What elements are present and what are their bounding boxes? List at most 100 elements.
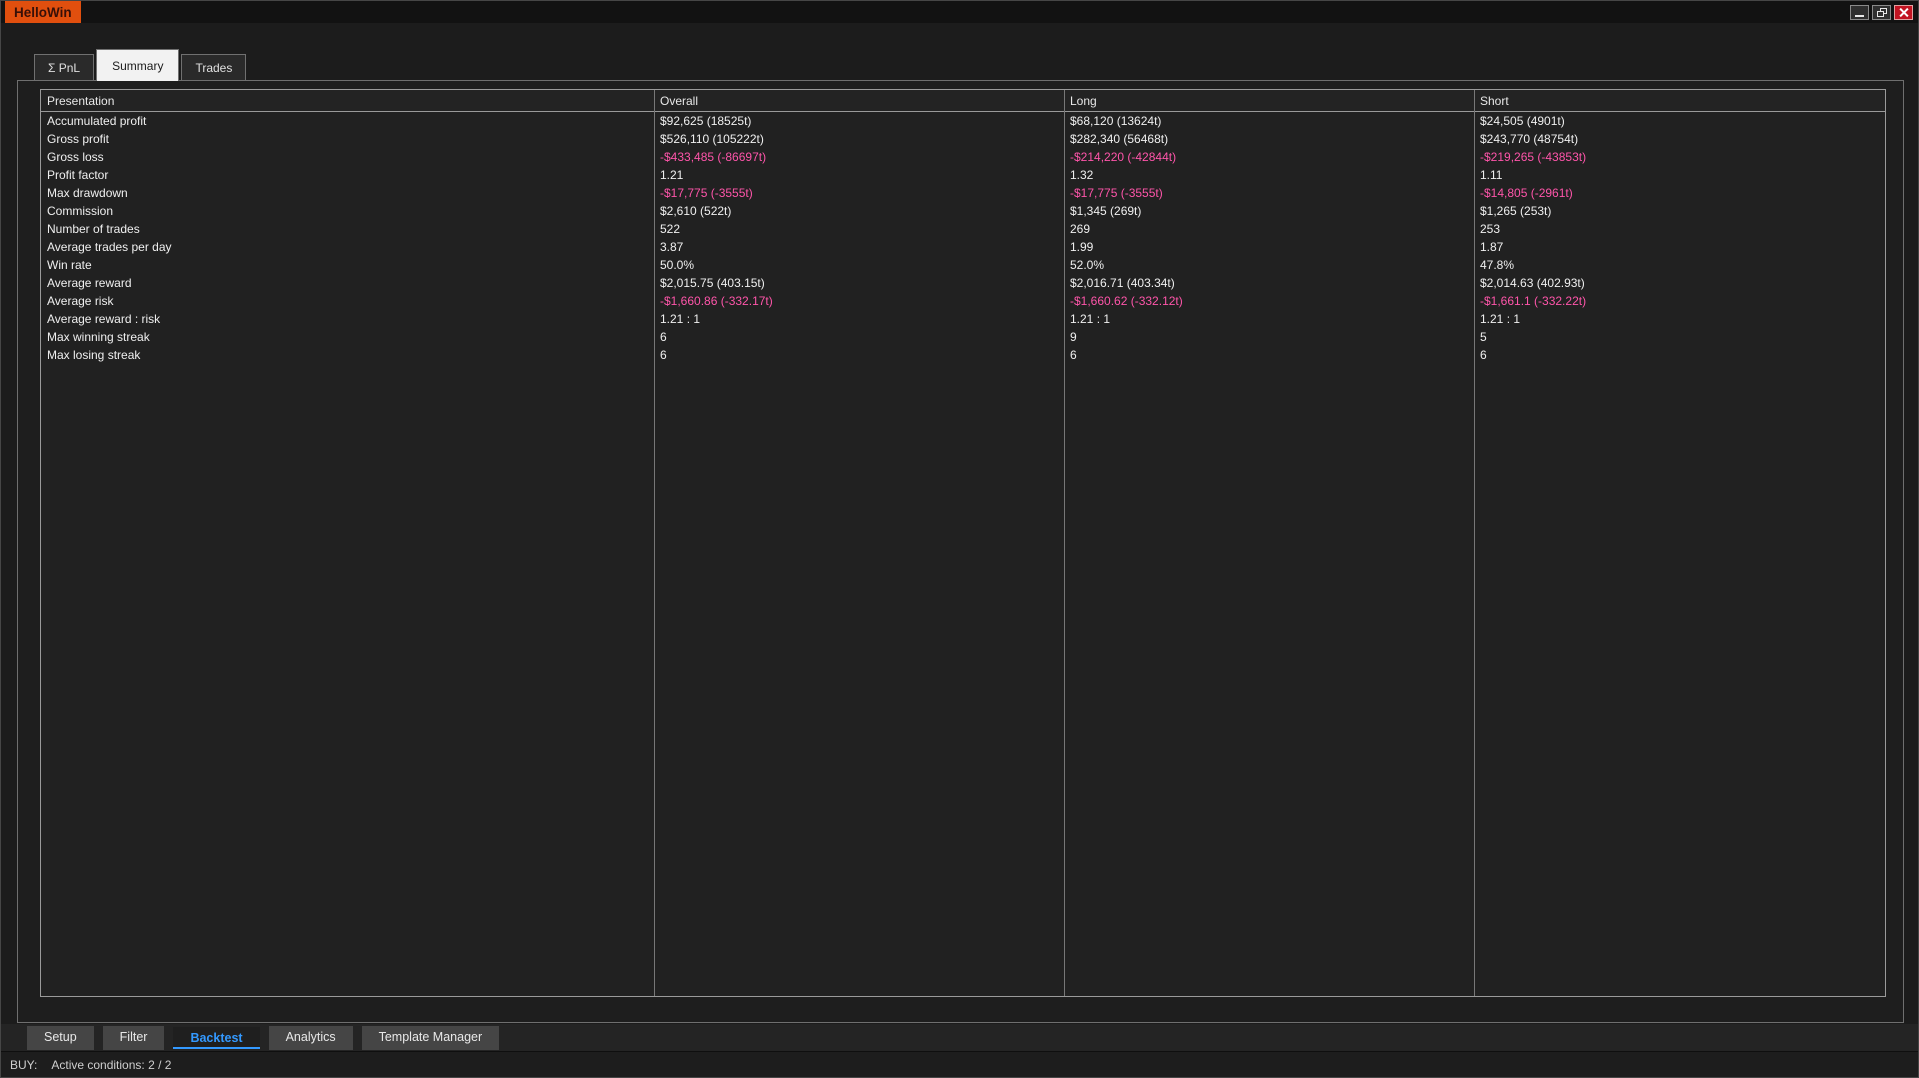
column-header-overall[interactable]: Overall xyxy=(654,90,1064,111)
table-row[interactable]: Average reward $2,015.75 (403.15t) $2,016.… xyxy=(41,274,1885,292)
app-title: HelloWin xyxy=(5,1,81,23)
short-value: -$219,265 (-43853t) xyxy=(1480,150,1587,164)
close-icon xyxy=(1899,8,1908,17)
tab-pnl[interactable]: Σ PnL xyxy=(34,54,95,80)
long-value: 1.99 xyxy=(1070,240,1094,254)
table-row[interactable]: Average trades per day 3.87 1.99 1.87 xyxy=(41,238,1885,256)
short-value: $1,265 (253t) xyxy=(1480,204,1552,218)
long-value: $1,345 (269t) xyxy=(1070,204,1142,218)
long-value: 6 xyxy=(1070,348,1077,362)
tab-setup[interactable]: Setup xyxy=(27,1025,94,1050)
table-row[interactable]: Profit factor 1.21 1.32 1.11 xyxy=(41,166,1885,184)
restore-button[interactable] xyxy=(1872,4,1891,20)
overall-value: $92,625 (18525t) xyxy=(660,114,752,128)
long-value: -$1,660.62 (-332.12t) xyxy=(1070,294,1183,308)
close-button[interactable] xyxy=(1894,4,1913,20)
table-row[interactable]: Average risk -$1,660.86 (-332.17t) -$1,660… xyxy=(41,292,1885,310)
short-value: 5 xyxy=(1480,330,1487,344)
summary-table: Presentation Overall Long Short Accumula… xyxy=(40,89,1886,997)
short-value: 1.11 xyxy=(1480,168,1503,182)
metric-label: Max losing streak xyxy=(47,348,141,362)
overall-value: -$17,775 (-3555t) xyxy=(660,186,753,200)
metric-label: Commission xyxy=(47,204,114,218)
long-value: 269 xyxy=(1070,222,1091,236)
metric-label: Profit factor xyxy=(47,168,109,182)
short-value: -$14,805 (-2961t) xyxy=(1480,186,1573,200)
short-value: 47.8% xyxy=(1480,258,1515,272)
overall-value: 6 xyxy=(660,348,667,362)
title-bar[interactable]: HelloWin xyxy=(1,1,1918,23)
status-side-label: BUY: xyxy=(10,1057,38,1072)
metric-label: Gross loss xyxy=(47,150,104,164)
table-row[interactable]: Max drawdown -$17,775 (-3555t) -$17,775 (-… xyxy=(41,184,1885,202)
tab-trades[interactable]: Trades xyxy=(181,54,247,80)
minimize-button[interactable] xyxy=(1850,4,1869,20)
long-value: 52.0% xyxy=(1070,258,1105,272)
metric-label: Max drawdown xyxy=(47,186,128,200)
column-divider xyxy=(654,90,655,996)
minimize-icon xyxy=(1855,14,1864,17)
tab-analytics[interactable]: Analytics xyxy=(268,1025,353,1050)
metric-label: Max winning streak xyxy=(47,330,150,344)
metric-label: Average trades per day xyxy=(47,240,172,254)
metric-label: Number of trades xyxy=(47,222,140,236)
long-value: -$214,220 (-42844t) xyxy=(1070,150,1177,164)
column-header-presentation[interactable]: Presentation xyxy=(41,90,654,111)
overall-value: $2,610 (522t) xyxy=(660,204,732,218)
short-value: -$1,661.1 (-332.22t) xyxy=(1480,294,1587,308)
long-value: -$17,775 (-3555t) xyxy=(1070,186,1163,200)
table-row[interactable]: Commission $2,610 (522t) $1,345 (269t) $1,2… xyxy=(41,202,1885,220)
metric-label: Average reward xyxy=(47,276,132,290)
table-row[interactable]: Gross profit $526,110 (105222t) $282,340 (… xyxy=(41,130,1885,148)
status-bar: BUY: Active conditions: 2 / 2 xyxy=(1,1051,1918,1077)
restore-icon xyxy=(1876,7,1887,17)
overall-value: -$433,485 (-86697t) xyxy=(660,150,767,164)
long-value: 9 xyxy=(1070,330,1077,344)
overall-value: 1.21 xyxy=(660,168,684,182)
short-value: 1.87 xyxy=(1480,240,1504,254)
metric-label: Gross profit xyxy=(47,132,110,146)
metric-label: Average risk xyxy=(47,294,114,308)
overall-value: 522 xyxy=(660,222,681,236)
summary-panel: Presentation Overall Long Short Accumula… xyxy=(17,80,1904,1023)
column-header-short[interactable]: Short xyxy=(1474,90,1885,111)
overall-value: 6 xyxy=(660,330,667,344)
table-body: Accumulated profit $92,625 (18525t) $68,12… xyxy=(41,112,1885,364)
table-row[interactable]: Max winning streak 6 9 5 xyxy=(41,328,1885,346)
table-row[interactable]: Average reward : risk 1.21 : 1 1.21 : 1 1.2… xyxy=(41,310,1885,328)
long-value: $2,016.71 (403.34t) xyxy=(1070,276,1175,290)
tab-template-manager[interactable]: Template Manager xyxy=(361,1025,500,1050)
column-header-long[interactable]: Long xyxy=(1064,90,1474,111)
long-value: $68,120 (13624t) xyxy=(1070,114,1162,128)
table-row[interactable]: Max losing streak 6 6 6 xyxy=(41,346,1885,364)
bottom-tab-strip: Setup Filter Backtest Analytics Template… xyxy=(1,1024,1918,1051)
table-header-row: Presentation Overall Long Short xyxy=(41,90,1885,112)
table-row[interactable]: Gross loss -$433,485 (-86697t) -$214,220 (… xyxy=(41,148,1885,166)
column-divider xyxy=(1064,90,1065,996)
overall-value: -$1,660.86 (-332.17t) xyxy=(660,294,773,308)
status-active-conditions: Active conditions: 2 / 2 xyxy=(51,1057,172,1072)
short-value: $243,770 (48754t) xyxy=(1480,132,1579,146)
table-row[interactable]: Accumulated profit $92,625 (18525t) $68,12… xyxy=(41,112,1885,130)
tab-backtest[interactable]: Backtest xyxy=(173,1026,260,1049)
long-value: 1.21 : 1 xyxy=(1070,312,1111,326)
short-value: 1.21 : 1 xyxy=(1480,312,1521,326)
short-value: 6 xyxy=(1480,348,1487,362)
window-controls xyxy=(1850,4,1913,20)
top-tab-strip: Σ PnL Summary Trades xyxy=(34,48,248,81)
long-value: 1.32 xyxy=(1070,168,1094,182)
tab-summary[interactable]: Summary xyxy=(96,49,180,81)
table-row[interactable]: Number of trades 522 269 253 xyxy=(41,220,1885,238)
short-value: 253 xyxy=(1480,222,1501,236)
metric-label: Win rate xyxy=(47,258,92,272)
table-row[interactable]: Win rate 50.0% 52.0% 47.8% xyxy=(41,256,1885,274)
overall-value: $2,015.75 (403.15t) xyxy=(660,276,765,290)
column-divider xyxy=(1474,90,1475,996)
metric-label: Accumulated profit xyxy=(47,114,147,128)
tab-filter[interactable]: Filter xyxy=(102,1025,165,1050)
metric-label: Average reward : risk xyxy=(47,312,161,326)
overall-value: 1.21 : 1 xyxy=(660,312,701,326)
short-value: $2,014.63 (402.93t) xyxy=(1480,276,1585,290)
overall-value: $526,110 (105222t) xyxy=(660,132,764,146)
overall-value: 3.87 xyxy=(660,240,684,254)
